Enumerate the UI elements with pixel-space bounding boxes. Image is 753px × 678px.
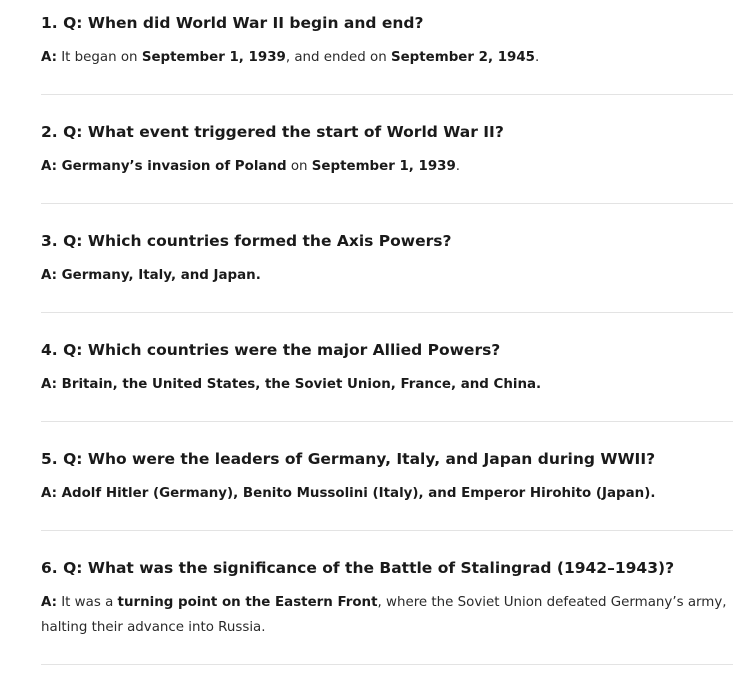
divider <box>41 203 733 204</box>
answer-label: A: <box>41 50 57 65</box>
answer-text: on <box>286 159 312 174</box>
answer-emphasis: September 2, 1945 <box>390 50 535 65</box>
answer-label: A: <box>41 486 57 501</box>
divider <box>41 530 733 531</box>
answer-text: It was a <box>56 595 118 610</box>
answer-emphasis: Adolf Hitler (Germany), Benito Mussolini… <box>56 486 656 501</box>
faq-list: 1. Q: When did World War II begin and en… <box>0 0 753 678</box>
answer: A: Germany’s invasion of Poland on Septe… <box>41 154 733 179</box>
answer-label: A: <box>41 268 57 283</box>
divider <box>41 94 733 95</box>
answer-text: . <box>455 159 461 174</box>
answer-label: A: <box>41 377 57 392</box>
answer: A: It was a turning point on the Eastern… <box>41 590 733 640</box>
answer: A: It began on September 1, 1939, and en… <box>41 45 733 70</box>
answer: A: Germany, Italy, and Japan. <box>41 263 733 288</box>
answer-emphasis: Germany, Italy, and Japan. <box>56 268 261 283</box>
answer-emphasis: Germany’s invasion of Poland <box>56 159 287 174</box>
question: 2. Q: What event triggered the start of … <box>41 123 504 141</box>
faq-item-3: 3. Q: Which countries formed the Axis Po… <box>41 231 733 288</box>
faq-item-6: 6. Q: What was the significance of the B… <box>41 558 733 640</box>
faq-item-4: 4. Q: Which countries were the major All… <box>41 340 733 397</box>
divider <box>41 664 733 665</box>
faq-item-2: 2. Q: What event triggered the start of … <box>41 122 733 179</box>
divider <box>41 421 733 422</box>
answer-emphasis: September 1, 1939 <box>141 50 286 65</box>
faq-item-1: 1. Q: When did World War II begin and en… <box>41 13 733 70</box>
answer-text: , and ended on <box>285 50 391 65</box>
question: 1. Q: When did World War II begin and en… <box>41 14 424 32</box>
answer: A: Britain, the United States, the Sovie… <box>41 372 733 397</box>
answer-emphasis: turning point on the Eastern Front <box>117 595 378 610</box>
question: 4. Q: Which countries were the major All… <box>41 341 501 359</box>
answer-text: It began on <box>56 50 142 65</box>
answer-text: . <box>534 50 540 65</box>
divider <box>41 312 733 313</box>
answer-label: A: <box>41 159 57 174</box>
answer-emphasis: September 1, 1939 <box>311 159 456 174</box>
question: 3. Q: Which countries formed the Axis Po… <box>41 232 452 250</box>
answer-emphasis: Britain, the United States, the Soviet U… <box>56 377 542 392</box>
question: 5. Q: Who were the leaders of Germany, I… <box>41 450 656 468</box>
answer-label: A: <box>41 595 57 610</box>
answer: A: Adolf Hitler (Germany), Benito Mussol… <box>41 481 733 506</box>
question: 6. Q: What was the significance of the B… <box>41 559 675 577</box>
faq-item-5: 5. Q: Who were the leaders of Germany, I… <box>41 449 733 506</box>
